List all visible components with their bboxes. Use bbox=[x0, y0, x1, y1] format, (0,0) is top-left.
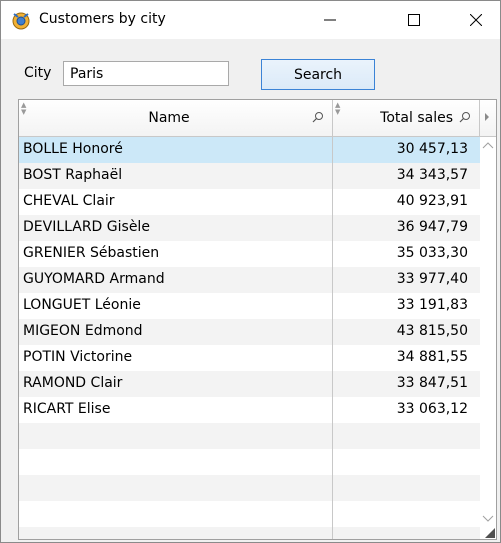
cell-total-sales: 34 881,55 bbox=[396, 349, 468, 365]
cell-name: DEVILLARD Gisèle bbox=[23, 219, 150, 235]
city-input[interactable] bbox=[63, 61, 229, 86]
minimize-button[interactable] bbox=[307, 1, 353, 39]
cell-name: CHEVAL Clair bbox=[23, 193, 115, 209]
table-row[interactable]: RAMOND Clair 33 847,51 bbox=[19, 371, 480, 397]
table-row[interactable]: LONGUET Léonie 33 191,83 bbox=[19, 293, 480, 319]
cell-total-sales: 43 815,50 bbox=[396, 323, 468, 339]
table-row[interactable]: BOST Raphaël 34 343,57 bbox=[19, 163, 480, 189]
cell-total-sales: 30 457,13 bbox=[396, 141, 468, 157]
cell-total-sales: 33 191,83 bbox=[396, 297, 468, 313]
table-row[interactable]: MIGEON Edmond 43 815,50 bbox=[19, 319, 480, 345]
customers-window: Customers by city City Search ▲▼ Name bbox=[0, 0, 501, 543]
chevron-right-icon bbox=[485, 113, 489, 121]
column-header-label: Name bbox=[148, 110, 190, 126]
sort-icon: ▲ ▼ bbox=[335, 101, 341, 116]
cell-total-sales: 33 847,51 bbox=[396, 375, 468, 391]
cell-name: BOLLE Honoré bbox=[23, 141, 123, 157]
title-bar[interactable]: Customers by city bbox=[1, 1, 500, 39]
table-row[interactable]: GRENIER Sébastien 35 033,30 bbox=[19, 241, 480, 267]
table-header: ▲ ▼ Name ▲ ▼ Total sales bbox=[19, 100, 496, 137]
search-icon[interactable] bbox=[312, 111, 324, 123]
cell-name: RAMOND Clair bbox=[23, 375, 123, 391]
cell-name: MIGEON Edmond bbox=[23, 323, 143, 339]
table-row-empty bbox=[19, 475, 480, 501]
cell-total-sales: 40 923,91 bbox=[396, 193, 468, 209]
table-row-empty bbox=[19, 423, 480, 449]
cell-name: LONGUET Léonie bbox=[23, 297, 141, 313]
scroll-right-button[interactable] bbox=[480, 100, 496, 136]
customers-table: ▲ ▼ Name ▲ ▼ Total sales BOLLE Honoré 30… bbox=[18, 99, 497, 540]
app-icon bbox=[12, 12, 30, 30]
column-header-total-sales[interactable]: ▲ ▼ Total sales bbox=[333, 100, 480, 136]
table-row-empty bbox=[19, 501, 480, 527]
resize-grip-icon[interactable] bbox=[485, 528, 495, 538]
cell-name: RICART Elise bbox=[23, 401, 111, 417]
maximize-icon bbox=[408, 14, 420, 26]
cell-total-sales: 34 343,57 bbox=[396, 167, 468, 183]
table-row[interactable]: GUYOMARD Armand 33 977,40 bbox=[19, 267, 480, 293]
cell-total-sales: 36 947,79 bbox=[396, 219, 468, 235]
table-row-empty bbox=[19, 449, 480, 475]
table-row[interactable]: DEVILLARD Gisèle 36 947,79 bbox=[19, 215, 480, 241]
cell-total-sales: 35 033,30 bbox=[396, 245, 468, 261]
table-row[interactable]: POTIN Victorine 34 881,55 bbox=[19, 345, 480, 371]
column-header-label: Total sales bbox=[380, 110, 453, 126]
table-row[interactable]: RICART Elise 33 063,12 bbox=[19, 397, 480, 423]
cell-name: GUYOMARD Armand bbox=[23, 271, 165, 287]
minimize-icon bbox=[324, 19, 336, 21]
close-button[interactable] bbox=[453, 1, 499, 39]
cell-name: GRENIER Sébastien bbox=[23, 245, 160, 261]
vertical-scrollbar[interactable] bbox=[480, 137, 496, 539]
table-row[interactable]: BOLLE Honoré 30 457,13 bbox=[19, 137, 480, 163]
column-divider bbox=[332, 137, 333, 539]
table-row-empty bbox=[19, 527, 480, 539]
chevron-up-icon[interactable] bbox=[482, 141, 494, 149]
cell-total-sales: 33 977,40 bbox=[396, 271, 468, 287]
city-label: City bbox=[24, 65, 52, 81]
search-icon[interactable] bbox=[459, 111, 471, 123]
table-body: BOLLE Honoré 30 457,13 BOST Raphaël 34 3… bbox=[19, 137, 480, 539]
cell-name: POTIN Victorine bbox=[23, 349, 133, 365]
window-title: Customers by city bbox=[39, 11, 166, 27]
table-row[interactable]: CHEVAL Clair 40 923,91 bbox=[19, 189, 480, 215]
cell-total-sales: 33 063,12 bbox=[396, 401, 468, 417]
column-header-name[interactable]: ▲ ▼ Name bbox=[19, 100, 333, 136]
search-button[interactable]: Search bbox=[261, 59, 375, 90]
maximize-button[interactable] bbox=[391, 1, 437, 39]
chevron-down-icon[interactable] bbox=[482, 515, 494, 523]
close-icon bbox=[470, 14, 482, 26]
cell-name: BOST Raphaël bbox=[23, 167, 123, 183]
